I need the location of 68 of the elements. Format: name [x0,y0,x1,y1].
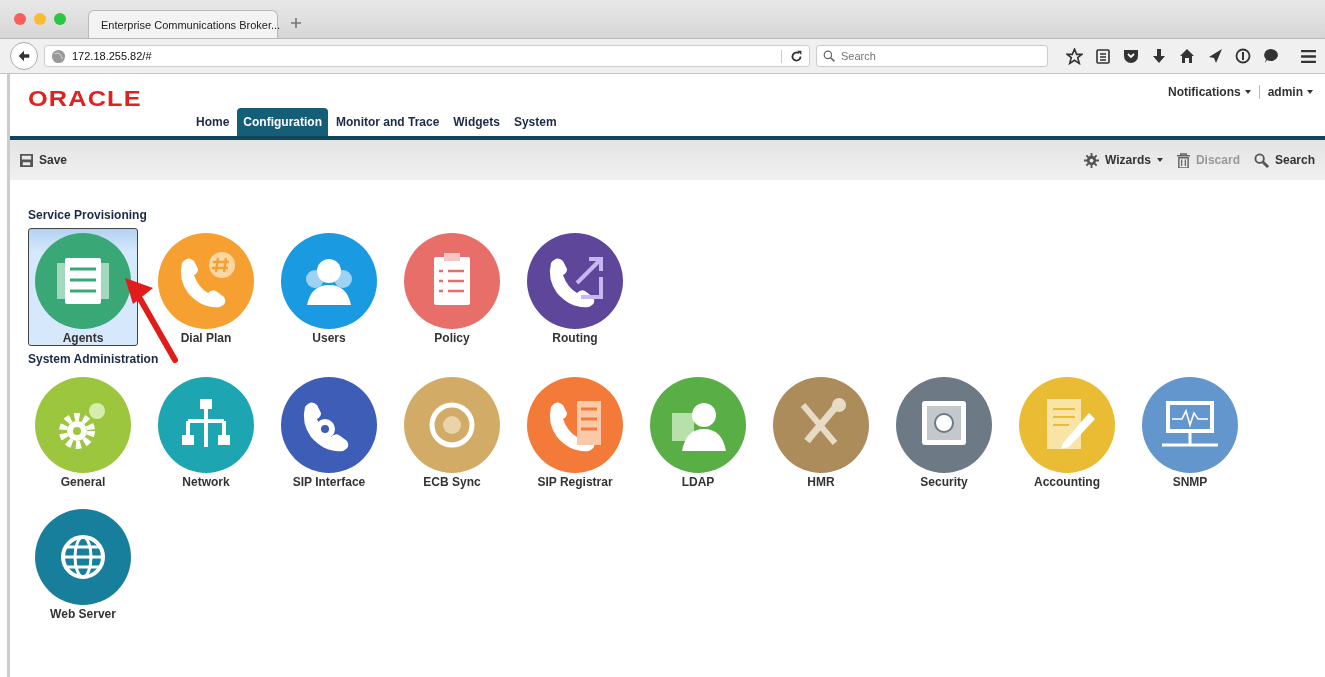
tile-button[interactable]: Policy [397,228,507,346]
people-icon [281,233,377,329]
section-heading: Service Provisioning [28,208,148,222]
tile-button[interactable]: HMR [766,372,876,490]
tile-button[interactable]: LDAP [643,372,753,490]
gear-icon [1084,152,1100,168]
search-icon [823,50,836,63]
wizards-button[interactable]: Wizards [1082,150,1165,170]
phone-icon [527,233,623,329]
nav-tab[interactable]: Home [190,108,236,136]
clipboard-icon [404,233,500,329]
tile-button[interactable]: SIP Registrar [520,372,630,490]
nav-tab[interactable]: Configuration [237,108,328,136]
oracle-logo: ORACLE [28,86,142,112]
nav-tab[interactable]: Widgets [447,108,506,136]
trash-icon [1176,152,1190,168]
nav-tab[interactable]: System [507,108,563,136]
tools-icon [773,377,869,473]
menu-icon[interactable] [1300,47,1317,65]
gear-icon [35,377,131,473]
caret-icon [1307,90,1313,94]
section-heading: System Administration [28,352,160,366]
reading-list-icon[interactable] [1095,48,1111,64]
save-icon [20,153,33,167]
chat-icon[interactable] [1263,48,1279,64]
search-button[interactable]: Search [1251,150,1317,170]
search-icon [1253,152,1269,168]
address-bar[interactable]: 172.18.255.82/# [44,45,810,67]
document-pencil-icon [1019,377,1115,473]
tile-button[interactable]: SIP Interface [274,372,384,490]
new-tab-icon[interactable] [290,17,302,29]
tile-button[interactable]: Network [151,372,261,490]
globe-icon [35,509,131,605]
search-field[interactable]: Search [816,45,1048,67]
tile-button[interactable]: Dial Plan [151,228,261,346]
caret-icon [1244,90,1251,94]
phone-icon [158,233,254,329]
back-button[interactable] [10,42,38,70]
server-rack-icon [35,233,131,329]
info-icon[interactable] [1235,48,1251,64]
nav-tab[interactable]: Monitor and Trace [330,108,446,136]
reload-icon[interactable] [781,49,803,63]
star-icon[interactable] [1066,47,1083,65]
person-icon [650,377,746,473]
globe-icon [51,48,66,64]
tile-button[interactable]: ECB Sync [397,372,507,490]
tile-button[interactable]: Routing [520,228,630,346]
user-menu[interactable]: admin [1267,85,1313,99]
pocket-icon[interactable] [1123,48,1139,64]
network-icon [158,377,254,473]
tile-button[interactable]: Security [889,372,999,490]
browser-tab[interactable]: Enterprise Communications Broker... [88,10,278,38]
home-icon[interactable] [1179,48,1195,64]
back-arrow-icon [17,49,31,63]
tile-button[interactable]: Web Server [28,504,138,622]
save-button[interactable]: Save [18,151,70,169]
tile-button[interactable]: SNMP [1135,372,1245,490]
user-menu[interactable]: Notifications [1168,85,1251,99]
monitor-icon [1142,377,1238,473]
tile-button[interactable]: Accounting [1012,372,1122,490]
tile-button[interactable]: General [28,372,138,490]
caret-icon [1156,158,1163,162]
tile-button[interactable]: Users [274,228,384,346]
paper-plane-icon[interactable] [1207,48,1223,64]
phone-list-icon [527,377,623,473]
safe-icon [896,377,992,473]
download-icon[interactable] [1151,48,1167,64]
tile-button[interactable]: Agents [28,228,138,346]
